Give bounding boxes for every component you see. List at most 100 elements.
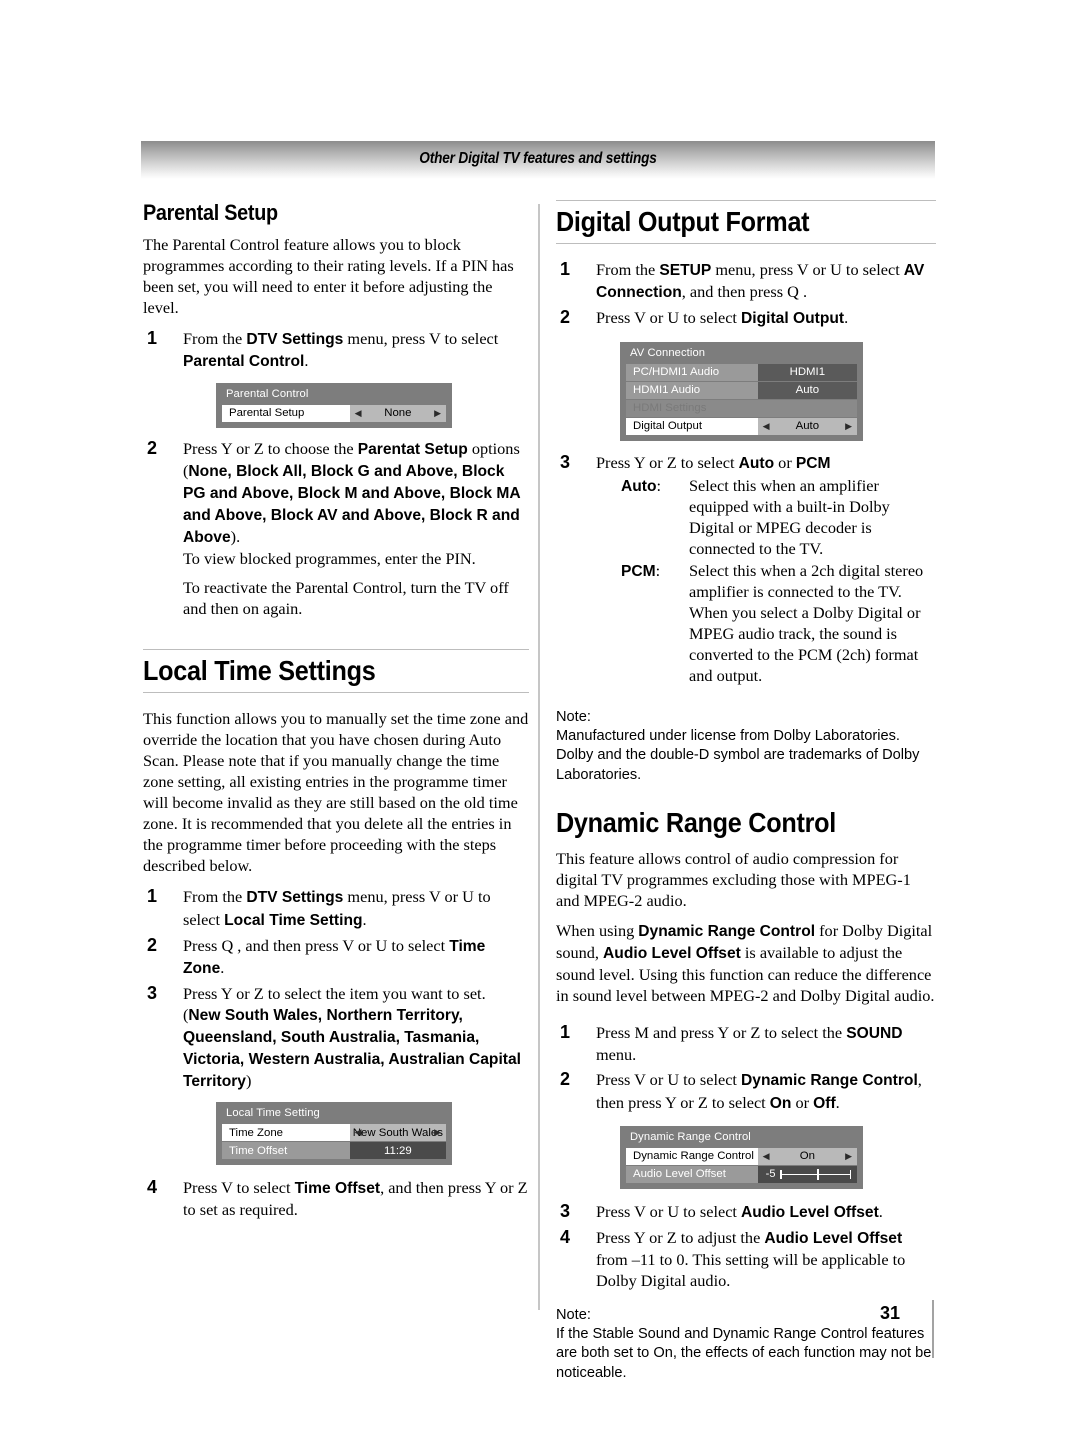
parental-note-view-blocked: To view blocked programmes, enter the PI… (183, 549, 476, 569)
drc-step-3: 3 Press V or U to select Audio Level Off… (556, 1201, 936, 1223)
osd-title: AV Connection (630, 346, 706, 359)
step-number: 2 (147, 934, 158, 955)
left-arrow-icon[interactable]: ◀ (763, 1151, 770, 1161)
step-text: Press M and press Y or Z to select the S… (596, 1023, 903, 1065)
slider-knob[interactable] (817, 1168, 820, 1180)
osd-row-dynamic-range-control[interactable]: Dynamic Range Control ◀ On ▶ (626, 1147, 857, 1165)
step-text: Press Y or Z to select Auto or PCM (596, 452, 831, 472)
step-number: 2 (560, 1069, 571, 1090)
osd-row-value-cell[interactable]: HDMI1 (757, 363, 857, 381)
dolby-note-text: Manufactured under license from Dolby La… (556, 728, 920, 783)
osd-title: Parental Control (226, 387, 309, 400)
definition-text: Select this when a 2ch digital stereo am… (689, 560, 924, 685)
left-column: Parental Setup The Parental Control feat… (143, 200, 529, 1221)
step-text: Press Y or Z to adjust the Audio Level O… (596, 1227, 906, 1290)
step-number: 3 (560, 451, 571, 472)
osd-row-value-cell[interactable]: ◀ New South Wales ▶ (349, 1124, 446, 1142)
osd-row-value-cell[interactable]: ◀ None ▶ (349, 404, 446, 422)
step-text: From the DTV Settings menu, press V or U… (183, 887, 491, 929)
section-heading-parental-setup: Parental Setup (143, 200, 278, 225)
osd-row-digital-output[interactable]: Digital Output ◀ Auto ▶ (626, 417, 857, 435)
parental-note-reactivate: To reactivate the Parental Control, turn… (183, 578, 509, 619)
osd-row-value: New South Wales (352, 1126, 443, 1139)
osd-row-value-cell[interactable]: ◀ Auto ▶ (757, 417, 857, 435)
osd-row-audio-level-offset[interactable]: Audio Level Offset -5 (626, 1165, 857, 1183)
step-number: 1 (560, 1022, 571, 1043)
right-arrow-icon[interactable]: ▶ (434, 408, 441, 418)
osd-row-parental-setup[interactable]: Parental Setup ◀ None ▶ (222, 404, 446, 422)
stable-sound-note-label: Note: (556, 1306, 591, 1323)
step-text: Press V to select Time Offset, and then … (183, 1178, 528, 1220)
osd-row-hdmi-settings-disabled: HDMI Settings (626, 399, 857, 417)
running-header-title: Other Digital TV features and settings (419, 150, 657, 167)
drc-intro-paragraph: This feature allows control of audio com… (556, 848, 911, 910)
osd-row-pc-hdmi1-audio[interactable]: PC/HDMI1 Audio HDMI1 (626, 363, 857, 381)
osd-row-label: HDMI Settings (626, 399, 758, 417)
step-text: Press Y or Z to choose the Parentat Setu… (183, 438, 521, 547)
osd-row-value-cell[interactable]: -5 (757, 1165, 857, 1183)
osd-row-value: Auto (795, 384, 820, 397)
step-text: Press V or U to select Digital Output. (596, 308, 849, 328)
definition-term: Auto: (621, 475, 662, 495)
osd-row-label: Time Offset (222, 1142, 350, 1160)
right-arrow-icon[interactable]: ▶ (845, 1151, 852, 1161)
page-number: 31 (880, 1303, 901, 1323)
osd-row-time-offset[interactable]: Time Offset 11:29 (222, 1142, 446, 1160)
running-header-banner: Other Digital TV features and settings (141, 141, 935, 179)
drc-step-4: 4 Press Y or Z to adjust the Audio Level… (556, 1227, 936, 1291)
step-text: Press V or U to select Dynamic Range Con… (596, 1070, 922, 1112)
osd-row-label: Dynamic Range Control (626, 1147, 758, 1165)
step-text: Press V or U to select Audio Level Offse… (596, 1201, 883, 1221)
step-number: 1 (560, 259, 571, 280)
osd-row-label: HDMI1 Audio (626, 381, 758, 399)
step-text: Press Y or Z to select the item you want… (183, 983, 521, 1091)
column-divider (538, 204, 540, 1310)
drc-step-1: 1 Press M and press Y or Z to select the… (556, 1022, 936, 1065)
osd-row-value-cell[interactable]: Auto (757, 381, 857, 399)
manual-page: Other Digital TV features and settings P… (0, 0, 1080, 1454)
section-heading-digital-output-format: Digital Output Format (556, 200, 936, 245)
osd-local-time-setting: Local Time Setting Time Zone ◀ New South… (216, 1102, 452, 1166)
step-number: 4 (560, 1226, 571, 1247)
parental-step-1: 1 From the DTV Settings menu, press V to… (143, 328, 529, 372)
section-heading-local-time-settings: Local Time Settings (143, 649, 529, 694)
left-arrow-icon[interactable]: ◀ (355, 408, 362, 418)
left-arrow-icon[interactable]: ◀ (355, 1128, 362, 1137)
osd-row-time-zone[interactable]: Time Zone ◀ New South Wales ▶ (222, 1124, 446, 1142)
local-time-intro-paragraph: This function allows you to manually set… (143, 709, 529, 876)
step-number: 1 (147, 328, 158, 349)
osd-row-label: Digital Output (626, 417, 758, 435)
osd-parental-control: Parental Control Parental Setup ◀ None ▶ (216, 382, 452, 428)
osd-row-hdmi1-audio[interactable]: HDMI1 Audio Auto (626, 381, 857, 399)
definition-term: PCM: (621, 560, 661, 580)
osd-av-connection: AV Connection PC/HDMI1 Audio HDMI1 HDMI1… (620, 341, 863, 441)
parental-intro-paragraph: The Parental Control feature allows you … (143, 235, 514, 318)
osd-row-label: Time Zone (222, 1124, 350, 1142)
osd-row-label: Audio Level Offset (626, 1165, 758, 1183)
osd-row-value: On (799, 1150, 815, 1163)
time-zone-option-list: New South Wales, Northern Territory, Que… (183, 1006, 521, 1091)
definition-auto: Auto: Select this when an amplifier equi… (596, 475, 936, 559)
osd-row-label: Parental Setup (222, 404, 350, 422)
audio-level-offset-slider[interactable] (780, 1168, 851, 1180)
osd-row-value: -5 (765, 1168, 776, 1181)
step-text: From the DTV Settings menu, press V to s… (183, 329, 499, 371)
osd-title: Local Time Setting (226, 1107, 320, 1120)
osd-row-value-cell[interactable]: ◀ On ▶ (757, 1147, 857, 1165)
osd-row-value-cell[interactable]: 11:29 (349, 1142, 446, 1160)
parental-step-2: 2 Press Y or Z to choose the Parentat Se… (143, 438, 529, 620)
right-arrow-icon[interactable]: ▶ (845, 421, 852, 431)
step-number: 2 (560, 307, 571, 328)
osd-row-value: HDMI1 (789, 366, 826, 379)
local-time-step-3: 3 Press Y or Z to select the item you wa… (143, 983, 529, 1092)
step-number: 3 (147, 982, 158, 1003)
osd-title: Dynamic Range Control (630, 1130, 751, 1143)
left-arrow-icon[interactable]: ◀ (763, 421, 770, 431)
right-arrow-icon[interactable]: ▶ (434, 1128, 441, 1137)
digital-output-step-2: 2 Press V or U to select Digital Output. (556, 307, 936, 329)
local-time-step-4: 4 Press V to select Time Offset, and the… (143, 1177, 529, 1220)
definition-text: Select this when an amplifier equipped w… (689, 475, 890, 558)
osd-row-value-cell (757, 399, 857, 417)
right-column: Digital Output Format 1 From the SETUP m… (556, 200, 936, 1383)
osd-row-value: Auto (795, 420, 820, 433)
